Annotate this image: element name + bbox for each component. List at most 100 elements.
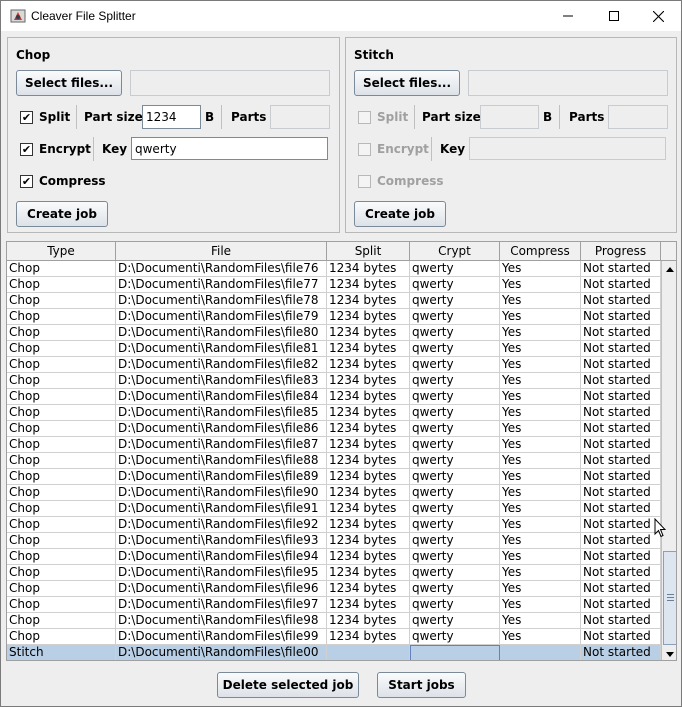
cell-type[interactable]: Chop [7, 597, 116, 613]
cell-compress[interactable]: Yes [500, 325, 581, 341]
table-row[interactable]: Chop D:\Documenti\RandomFiles\file76 1234 … [7, 261, 661, 277]
table-row[interactable]: Chop D:\Documenti\RandomFiles\file80 1234 … [7, 325, 661, 341]
stitch-select-files-button[interactable]: Select files... [354, 70, 460, 96]
cell-type[interactable]: Chop [7, 261, 116, 277]
cell-compress[interactable]: Yes [500, 389, 581, 405]
cell-crypt[interactable]: qwerty [410, 501, 500, 517]
table-row[interactable]: Chop D:\Documenti\RandomFiles\file77 1234 … [7, 277, 661, 293]
stitch-part-size-field[interactable] [480, 105, 539, 129]
cell-progress[interactable]: Not started [581, 613, 661, 629]
cell-type[interactable]: Chop [7, 277, 116, 293]
cell-crypt[interactable]: qwerty [410, 533, 500, 549]
cell-progress[interactable]: Not started [581, 309, 661, 325]
cell-file[interactable]: D:\Documenti\RandomFiles\file88 [116, 453, 327, 469]
stitch-key-field[interactable] [469, 137, 666, 160]
cell-split[interactable]: 1234 bytes [327, 325, 410, 341]
cell-progress[interactable]: Not started [581, 373, 661, 389]
cell-split[interactable]: 1234 bytes [327, 373, 410, 389]
cell-crypt[interactable]: qwerty [410, 373, 500, 389]
scroll-thumb[interactable] [663, 551, 676, 645]
cell-split[interactable]: 1234 bytes [327, 597, 410, 613]
cell-file[interactable]: D:\Documenti\RandomFiles\file00 [116, 645, 327, 660]
stitch-compress-checkbox[interactable]: Compress [358, 174, 444, 188]
cell-compress[interactable]: Yes [500, 309, 581, 325]
cell-file[interactable]: D:\Documenti\RandomFiles\file77 [116, 277, 327, 293]
cell-split[interactable]: 1234 bytes [327, 469, 410, 485]
cell-file[interactable]: D:\Documenti\RandomFiles\file81 [116, 341, 327, 357]
cell-split[interactable]: 1234 bytes [327, 293, 410, 309]
cell-compress[interactable]: Yes [500, 613, 581, 629]
minimize-button[interactable] [545, 1, 591, 31]
cell-split[interactable]: 1234 bytes [327, 437, 410, 453]
table-row[interactable]: Chop D:\Documenti\RandomFiles\file86 1234 … [7, 421, 661, 437]
cell-split[interactable]: 1234 bytes [327, 549, 410, 565]
cell-file[interactable]: D:\Documenti\RandomFiles\file95 [116, 565, 327, 581]
cell-type[interactable]: Chop [7, 293, 116, 309]
cell-type[interactable]: Chop [7, 357, 116, 373]
cell-file[interactable]: D:\Documenti\RandomFiles\file96 [116, 581, 327, 597]
cell-type[interactable]: Chop [7, 549, 116, 565]
table-row[interactable]: Chop D:\Documenti\RandomFiles\file81 1234 … [7, 341, 661, 357]
cell-type[interactable]: Chop [7, 341, 116, 357]
cell-progress[interactable]: Not started [581, 453, 661, 469]
cell-progress[interactable]: Not started [581, 581, 661, 597]
cell-progress[interactable]: Not started [581, 517, 661, 533]
table-row[interactable]: Chop D:\Documenti\RandomFiles\file99 1234 … [7, 629, 661, 645]
cell-crypt[interactable]: qwerty [410, 517, 500, 533]
table-row[interactable]: Chop D:\Documenti\RandomFiles\file87 1234 … [7, 437, 661, 453]
cell-compress[interactable]: Yes [500, 597, 581, 613]
cell-file[interactable]: D:\Documenti\RandomFiles\file94 [116, 549, 327, 565]
stitch-create-job-button[interactable]: Create job [354, 201, 446, 227]
cell-file[interactable]: D:\Documenti\RandomFiles\file85 [116, 405, 327, 421]
cell-type[interactable]: Chop [7, 469, 116, 485]
cell-file[interactable]: D:\Documenti\RandomFiles\file80 [116, 325, 327, 341]
cell-split[interactable]: 1234 bytes [327, 389, 410, 405]
cell-compress[interactable]: Yes [500, 277, 581, 293]
cell-file[interactable]: D:\Documenti\RandomFiles\file76 [116, 261, 327, 277]
chop-encrypt-checkbox[interactable]: ✔ Encrypt [20, 142, 91, 156]
cell-type[interactable]: Chop [7, 389, 116, 405]
jobs-table[interactable]: Type File Split Crypt Compress Progress … [6, 241, 677, 661]
cell-file[interactable]: D:\Documenti\RandomFiles\file98 [116, 613, 327, 629]
cell-crypt[interactable]: qwerty [410, 485, 500, 501]
cell-split[interactable]: 1234 bytes [327, 309, 410, 325]
cell-file[interactable]: D:\Documenti\RandomFiles\file79 [116, 309, 327, 325]
cell-file[interactable]: D:\Documenti\RandomFiles\file93 [116, 533, 327, 549]
delete-selected-job-button[interactable]: Delete selected job [217, 672, 359, 698]
cell-split[interactable]: 1234 bytes [327, 501, 410, 517]
scroll-down-button[interactable] [662, 646, 676, 660]
cell-type[interactable]: Chop [7, 421, 116, 437]
table-row[interactable]: Chop D:\Documenti\RandomFiles\file94 1234 … [7, 549, 661, 565]
stitch-encrypt-checkbox[interactable]: Encrypt [358, 142, 429, 156]
table-row[interactable]: Chop D:\Documenti\RandomFiles\file97 1234 … [7, 597, 661, 613]
cell-crypt[interactable]: qwerty [410, 629, 500, 645]
cell-split[interactable]: 1234 bytes [327, 341, 410, 357]
cell-type[interactable]: Stitch [7, 645, 116, 660]
table-row[interactable]: Chop D:\Documenti\RandomFiles\file93 1234 … [7, 533, 661, 549]
cell-crypt[interactable]: qwerty [410, 357, 500, 373]
cell-split[interactable]: 1234 bytes [327, 613, 410, 629]
chop-compress-checkbox[interactable]: ✔ Compress [20, 174, 106, 188]
table-row[interactable]: Chop D:\Documenti\RandomFiles\file83 1234 … [7, 373, 661, 389]
cell-type[interactable]: Chop [7, 517, 116, 533]
start-jobs-button[interactable]: Start jobs [377, 672, 466, 698]
cell-compress[interactable]: Yes [500, 261, 581, 277]
column-header-progress[interactable]: Progress [581, 242, 661, 261]
cell-compress[interactable]: Yes [500, 565, 581, 581]
cell-crypt[interactable]: qwerty [410, 341, 500, 357]
cell-progress[interactable]: Not started [581, 277, 661, 293]
cell-progress[interactable]: Not started [581, 437, 661, 453]
cell-type[interactable]: Chop [7, 437, 116, 453]
table-row[interactable]: Chop D:\Documenti\RandomFiles\file79 1234 … [7, 309, 661, 325]
cell-file[interactable]: D:\Documenti\RandomFiles\file99 [116, 629, 327, 645]
cell-crypt[interactable]: qwerty [410, 613, 500, 629]
cell-crypt[interactable]: qwerty [410, 469, 500, 485]
cell-split[interactable]: 1234 bytes [327, 533, 410, 549]
cell-split[interactable]: 1234 bytes [327, 485, 410, 501]
table-row[interactable]: Chop D:\Documenti\RandomFiles\file88 1234 … [7, 453, 661, 469]
cell-crypt[interactable]: qwerty [410, 453, 500, 469]
cell-compress[interactable]: Yes [500, 437, 581, 453]
cell-type[interactable]: Chop [7, 485, 116, 501]
column-header-split[interactable]: Split [327, 242, 410, 261]
cell-split[interactable]: 1234 bytes [327, 629, 410, 645]
